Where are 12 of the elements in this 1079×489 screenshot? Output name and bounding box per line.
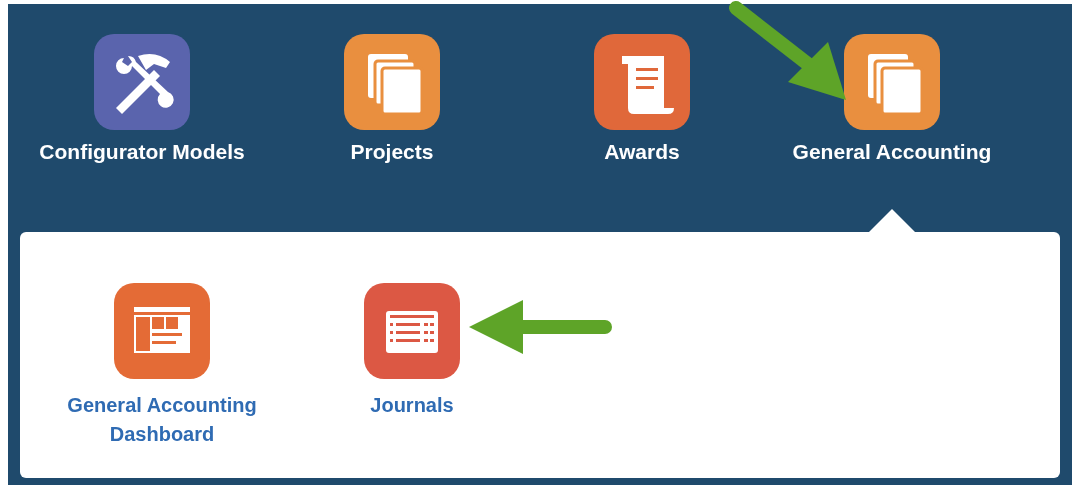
scroll-icon[interactable] xyxy=(594,34,690,130)
app-label[interactable]: Awards xyxy=(604,140,680,164)
stacked-pages-icon[interactable] xyxy=(844,34,940,130)
submenu-link[interactable]: Journals xyxy=(370,391,454,420)
app-label[interactable]: Configurator Models xyxy=(39,140,245,164)
submenu-link[interactable]: General Accounting Dashboard xyxy=(44,391,280,449)
table-icon[interactable] xyxy=(364,283,460,379)
app-label[interactable]: Projects xyxy=(350,140,434,164)
app-label[interactable]: General Accounting xyxy=(792,140,992,164)
dashboard-icon[interactable] xyxy=(114,283,210,379)
stacked-pages-icon[interactable] xyxy=(344,34,440,130)
tools-icon[interactable] xyxy=(94,34,190,130)
